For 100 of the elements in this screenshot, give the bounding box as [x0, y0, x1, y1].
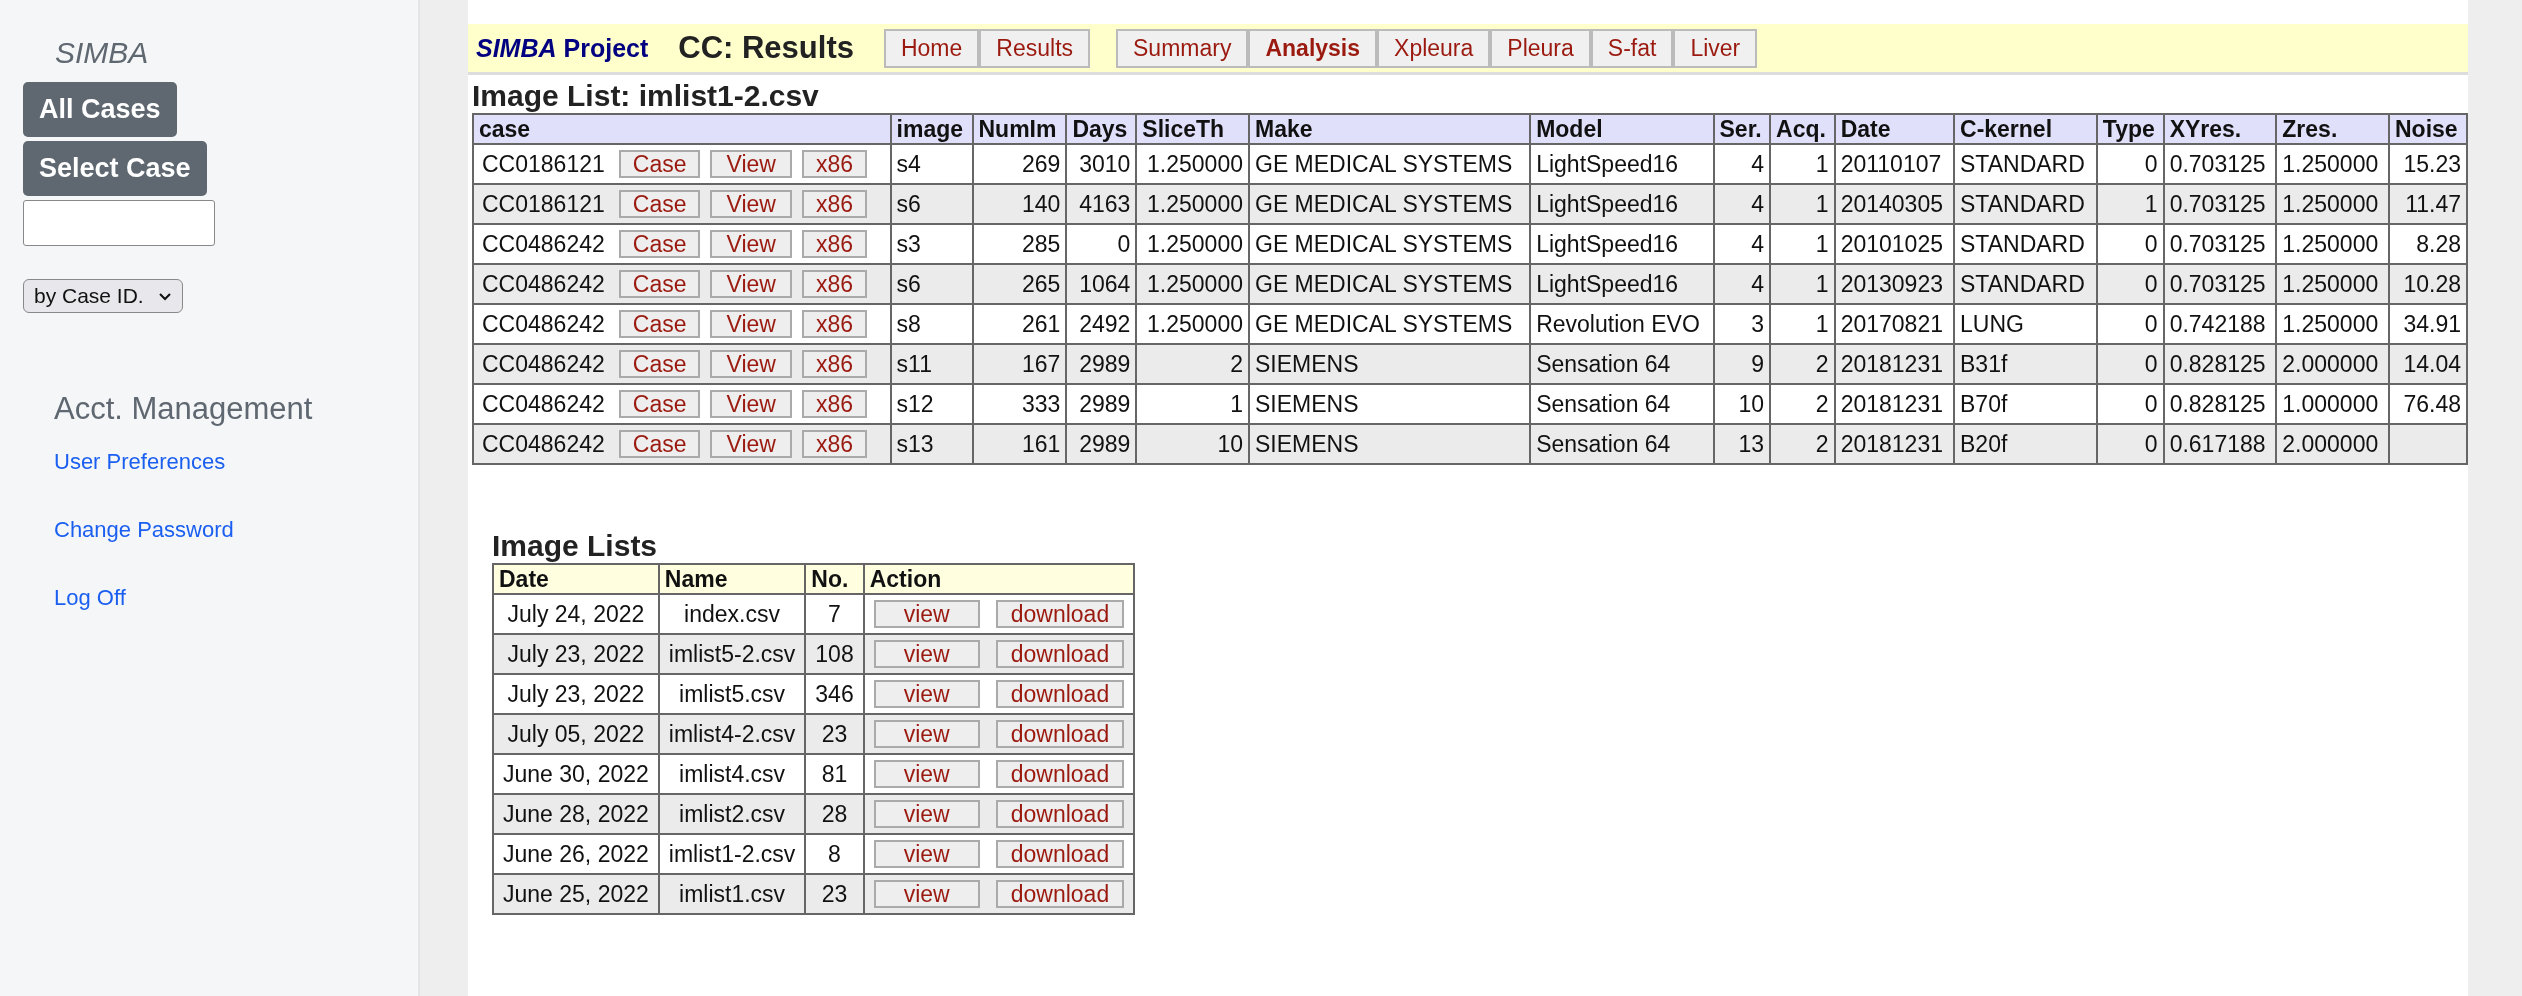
column-header: Noise: [2388, 114, 2467, 144]
row-action-button[interactable]: Case: [618, 190, 701, 218]
list-action-button[interactable]: view: [873, 640, 980, 668]
table-cell: 1.250000: [2276, 184, 2389, 224]
analysis-tab[interactable]: S-fat: [1590, 28, 1674, 68]
list-action-button[interactable]: view: [873, 800, 980, 828]
column-header: SliceTh: [1136, 114, 1249, 144]
case-id: CC0486242: [482, 310, 605, 338]
row-action-button[interactable]: Case: [618, 390, 701, 418]
account-link[interactable]: User Preferences: [54, 449, 226, 475]
row-action-button[interactable]: View: [710, 230, 792, 258]
analysis-tab[interactable]: Pleura: [1490, 28, 1591, 68]
list-action-button[interactable]: download: [995, 720, 1125, 748]
row-action-button[interactable]: x86: [801, 350, 867, 378]
table-cell: 2.000000: [2276, 344, 2389, 384]
row-action-button[interactable]: x86: [801, 310, 867, 338]
row-action-button[interactable]: x86: [801, 150, 867, 178]
table-cell: 1.250000: [2276, 264, 2389, 304]
list-action-button[interactable]: download: [995, 680, 1125, 708]
row-action-button[interactable]: Case: [618, 310, 701, 338]
nav-button[interactable]: Results: [979, 28, 1091, 68]
list-action-button[interactable]: download: [995, 640, 1125, 668]
row-action-button[interactable]: Case: [618, 270, 701, 298]
table-cell: 1064: [1066, 264, 1137, 304]
list-action-button[interactable]: download: [995, 880, 1125, 908]
row-action-button[interactable]: x86: [801, 190, 867, 218]
table-cell: 108: [805, 634, 864, 674]
row-action-button[interactable]: View: [710, 430, 792, 458]
row-action-button[interactable]: x86: [801, 390, 867, 418]
table-cell: s11: [890, 344, 973, 384]
sort-select[interactable]: by Case ID.: [23, 279, 183, 313]
table-cell: STANDARD: [1954, 184, 2097, 224]
list-action-button[interactable]: view: [873, 680, 980, 708]
table-cell: 1.250000: [1136, 184, 1249, 224]
sidebar-button[interactable]: All Cases: [23, 82, 177, 137]
project-title: SIMBA Project: [476, 33, 649, 63]
analysis-tab[interactable]: Xpleura: [1377, 28, 1491, 68]
row-action-button[interactable]: View: [710, 270, 792, 298]
row-action-button[interactable]: View: [710, 310, 792, 338]
column-header: Model: [1530, 114, 1714, 144]
table-cell: 23: [805, 874, 864, 914]
table-cell: 20181231: [1834, 344, 1954, 384]
table-cell: LightSpeed16: [1530, 264, 1714, 304]
column-header: No.: [805, 564, 864, 594]
row-action-button[interactable]: x86: [801, 430, 867, 458]
column-header: NumIm: [972, 114, 1067, 144]
table-cell: 14.04: [2388, 344, 2467, 384]
table-cell: 2: [1136, 344, 1249, 384]
analysis-tab[interactable]: Analysis: [1248, 28, 1378, 68]
list-action-button[interactable]: view: [873, 880, 980, 908]
row-action-button[interactable]: Case: [618, 350, 701, 378]
table-cell: 2: [1770, 344, 1835, 384]
table-cell: 1: [1770, 264, 1835, 304]
row-action-button[interactable]: View: [710, 390, 792, 418]
case-id: CC0486242: [482, 230, 605, 258]
table-cell: B31f: [1954, 344, 2097, 384]
column-header: image: [890, 114, 973, 144]
app-brand: SIMBA: [55, 36, 149, 70]
list-action-button[interactable]: download: [995, 760, 1125, 788]
column-header: Days: [1066, 114, 1137, 144]
sidebar-button[interactable]: Select Case: [23, 141, 207, 196]
list-action-button[interactable]: view: [873, 720, 980, 748]
account-link[interactable]: Log Off: [54, 585, 126, 611]
table-cell: Sensation 64: [1530, 344, 1714, 384]
column-header: Date: [1834, 114, 1954, 144]
row-action-button[interactable]: Case: [618, 150, 701, 178]
analysis-tab[interactable]: Summary: [1116, 28, 1249, 68]
table-cell: 20181231: [1834, 424, 1954, 464]
table-cell: 2989: [1066, 344, 1137, 384]
account-link[interactable]: Change Password: [54, 517, 234, 543]
row-action-button[interactable]: View: [710, 150, 792, 178]
row-action-button[interactable]: Case: [618, 230, 701, 258]
list-action-button[interactable]: view: [873, 840, 980, 868]
table-cell: s13: [890, 424, 973, 464]
table-cell: 9: [1713, 344, 1771, 384]
row-action-button[interactable]: View: [710, 190, 792, 218]
table-cell: July 23, 2022: [493, 634, 659, 674]
section-heading: Image List: imlist1-2.csv: [471, 78, 820, 113]
row-action-button[interactable]: x86: [801, 230, 867, 258]
column-header: case: [473, 114, 891, 144]
row-action-button[interactable]: Case: [618, 430, 701, 458]
list-action-button[interactable]: view: [873, 760, 980, 788]
list-action-button[interactable]: download: [995, 800, 1125, 828]
row-action-button[interactable]: x86: [801, 270, 867, 298]
case-id: CC0186121: [482, 190, 605, 218]
table-cell: 20130923: [1834, 264, 1954, 304]
table-cell: 0.703125: [2163, 264, 2277, 304]
analysis-tab[interactable]: Liver: [1673, 28, 1758, 68]
list-action-button[interactable]: download: [995, 840, 1125, 868]
list-action-button[interactable]: view: [873, 600, 980, 628]
table-cell: 4: [1713, 264, 1771, 304]
table-cell: STANDARD: [1954, 264, 2097, 304]
column-header: Make: [1249, 114, 1531, 144]
table-cell: 0: [2096, 264, 2164, 304]
list-action-button[interactable]: download: [995, 600, 1125, 628]
row-action-button[interactable]: View: [710, 350, 792, 378]
case-search-field[interactable]: [23, 200, 215, 246]
column-header: XYres.: [2163, 114, 2277, 144]
nav-button[interactable]: Home: [883, 28, 980, 68]
column-header: Name: [658, 564, 806, 594]
